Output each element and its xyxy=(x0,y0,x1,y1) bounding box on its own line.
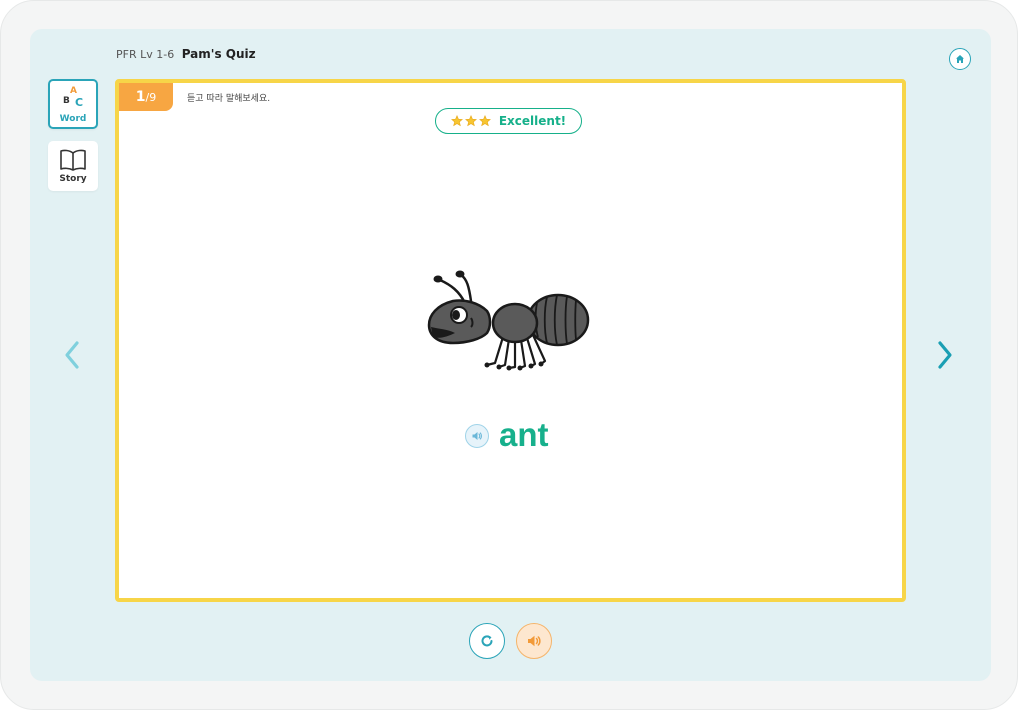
chevron-left-icon xyxy=(65,341,79,369)
speaker-icon xyxy=(528,635,541,647)
word-audio-button[interactable] xyxy=(465,424,489,448)
previous-button[interactable] xyxy=(60,337,84,373)
sidebar-item-label: Story xyxy=(59,174,87,184)
instruction-text: 듣고 따라 말해보세요. xyxy=(187,94,271,104)
sidebar-item-word[interactable]: A B C Word xyxy=(48,79,98,129)
word-row: ant xyxy=(465,415,549,457)
rating-stars xyxy=(450,115,491,127)
abc-blocks-icon: A B C xyxy=(63,86,83,109)
next-button[interactable] xyxy=(933,337,957,373)
replay-icon xyxy=(481,635,493,647)
progress-current: 1 xyxy=(135,89,146,105)
level-label: PFR Lv 1-6 xyxy=(116,48,175,61)
page-title: Pam's Quiz xyxy=(181,47,256,61)
tablet-frame: PFR Lv 1-6 Pam's Quiz A B C Word Story 1… xyxy=(0,0,1018,710)
play-sound-button[interactable] xyxy=(516,623,552,659)
home-button[interactable] xyxy=(949,48,971,70)
quiz-card: 1 /9 듣고 따라 말해보세요. Excellent! ant xyxy=(115,79,906,602)
star-icon xyxy=(478,115,491,127)
open-book-icon xyxy=(60,149,86,171)
rating-badge: Excellent! xyxy=(435,108,582,134)
svg-text:C: C xyxy=(75,96,83,109)
breadcrumb: PFR Lv 1-6 Pam's Quiz xyxy=(116,47,256,61)
sidebar-item-label: Word xyxy=(59,114,87,124)
sidebar-item-story[interactable]: Story xyxy=(48,141,98,191)
progress-total: /9 xyxy=(145,90,157,104)
progress-badge: 1 /9 xyxy=(119,83,173,111)
quiz-word: ant xyxy=(499,415,549,453)
star-icon xyxy=(450,115,463,127)
app-screen: PFR Lv 1-6 Pam's Quiz A B C Word Story 1… xyxy=(30,29,991,681)
ant-illustration xyxy=(427,270,590,371)
svg-text:B: B xyxy=(63,96,70,106)
chevron-right-icon xyxy=(938,341,952,369)
replay-button[interactable] xyxy=(469,623,505,659)
speaker-icon xyxy=(472,432,482,440)
home-icon xyxy=(956,55,964,63)
svg-text:A: A xyxy=(70,86,77,96)
rating-text: Excellent! xyxy=(498,114,567,128)
star-icon xyxy=(464,115,477,127)
